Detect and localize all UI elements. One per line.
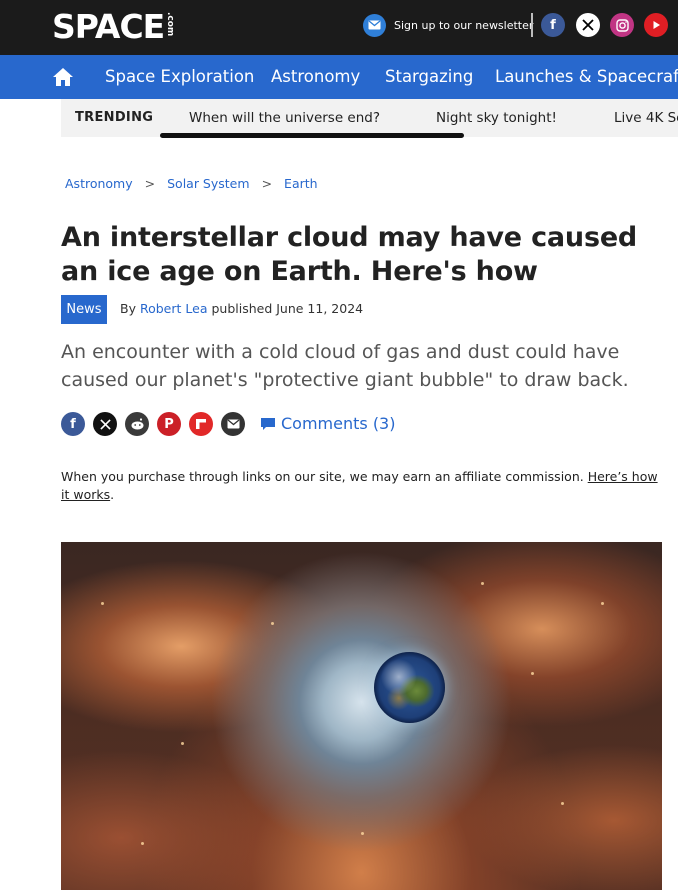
- site-logo[interactable]: SPACE: [52, 9, 165, 45]
- trending-item[interactable]: When will the universe end?: [189, 99, 380, 137]
- top-bar: SPACE .com Sign up to our newsletter f: [0, 0, 678, 55]
- star-speck: [181, 742, 184, 745]
- home-icon[interactable]: [52, 67, 74, 87]
- share-reddit-icon[interactable]: [125, 412, 149, 436]
- star-speck: [101, 602, 104, 605]
- trending-label: TRENDING: [75, 110, 154, 125]
- share-x-icon[interactable]: [93, 412, 117, 436]
- star-speck: [531, 672, 534, 675]
- x-icon[interactable]: [576, 13, 600, 37]
- trending-item[interactable]: Night sky tonight!: [436, 99, 557, 137]
- facebook-icon[interactable]: f: [541, 13, 565, 37]
- breadcrumb-item[interactable]: Solar System: [167, 176, 249, 191]
- star-speck: [601, 602, 604, 605]
- instagram-icon[interactable]: [610, 13, 634, 37]
- affiliate-end: .: [110, 487, 115, 502]
- star-speck: [561, 802, 564, 805]
- star-speck: [481, 582, 484, 585]
- main-nav: Space Exploration Astronomy Stargazing L…: [0, 55, 678, 99]
- byline-by: By: [120, 301, 136, 316]
- breadcrumb: Astronomy > Solar System > Earth: [65, 176, 318, 191]
- trending-scrollbar[interactable]: [160, 133, 464, 138]
- byline: By Robert Lea published June 11, 2024: [120, 301, 363, 316]
- header-divider: [531, 13, 533, 37]
- nav-item-stargazing[interactable]: Stargazing: [385, 55, 473, 99]
- news-badge[interactable]: News: [61, 295, 107, 324]
- comment-icon: [261, 417, 275, 430]
- share-email-icon[interactable]: [221, 412, 245, 436]
- nav-item-launches-spacecraft[interactable]: Launches & Spacecraft: [495, 55, 678, 99]
- author-link[interactable]: Robert Lea: [140, 301, 208, 316]
- breadcrumb-item[interactable]: Astronomy: [65, 176, 133, 191]
- article-subtitle: An encounter with a cold cloud of gas an…: [61, 341, 629, 391]
- comments-label: Comments (3): [281, 414, 396, 433]
- share-flipboard-icon[interactable]: [189, 412, 213, 436]
- earth-globe: [374, 652, 445, 723]
- newsletter-label: Sign up to our newsletter: [394, 18, 534, 32]
- chevron-right-icon: >: [261, 176, 273, 191]
- trending-bar: TRENDING When will the universe end? Nig…: [61, 99, 678, 137]
- affiliate-text: When you purchase through links on our s…: [61, 469, 588, 484]
- trending-item[interactable]: Live 4K Se: [614, 99, 678, 137]
- comments-link[interactable]: Comments (3): [260, 414, 395, 433]
- affiliate-disclosure: When you purchase through links on our s…: [61, 468, 661, 504]
- youtube-icon[interactable]: [644, 13, 668, 37]
- share-facebook-icon[interactable]: f: [61, 412, 85, 436]
- nav-item-astronomy[interactable]: Astronomy: [271, 55, 360, 99]
- star-speck: [361, 832, 364, 835]
- star-speck: [271, 622, 274, 625]
- publish-date: published June 11, 2024: [211, 301, 364, 316]
- hero-image: [61, 542, 662, 890]
- breadcrumb-item[interactable]: Earth: [284, 176, 318, 191]
- newsletter-signup[interactable]: Sign up to our newsletter: [363, 13, 533, 37]
- chevron-right-icon: >: [144, 176, 156, 191]
- star-speck: [141, 842, 144, 845]
- article-title: An interstellar cloud may have caused an…: [61, 222, 638, 287]
- mail-icon: [363, 13, 386, 37]
- nav-item-space-exploration[interactable]: Space Exploration: [105, 55, 254, 99]
- share-pinterest-icon[interactable]: P: [157, 412, 181, 436]
- site-logo-suffix: .com: [165, 12, 175, 37]
